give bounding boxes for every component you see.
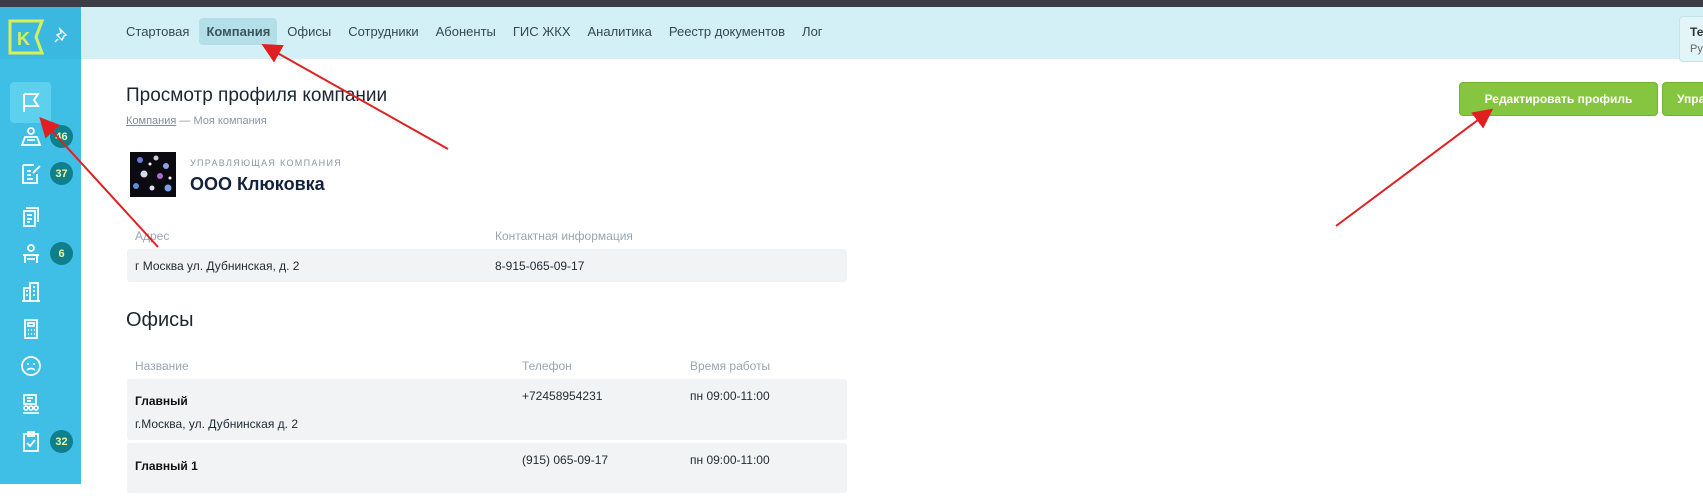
offices-section-title: Офисы bbox=[126, 309, 194, 331]
tab-company[interactable]: Компания bbox=[199, 18, 278, 45]
subscribers-badge: 46 bbox=[50, 125, 73, 148]
sidebar-item-complaints[interactable] bbox=[14, 349, 48, 383]
sidebar-item-documents[interactable] bbox=[14, 200, 48, 234]
checklist-icon bbox=[23, 431, 39, 452]
calculator-icon bbox=[24, 319, 38, 339]
top-tabs: Стартовая Компания Офисы Сотрудники Абон… bbox=[119, 18, 830, 45]
table-row[interactable]: Главный г.Москва, ул. Дубнинская д. 2 +7… bbox=[127, 379, 847, 440]
column-header-hours: Время работы bbox=[690, 359, 771, 373]
company-name: ООО Клюковка bbox=[190, 174, 325, 194]
tasks-badge: 32 bbox=[50, 430, 73, 453]
office-hours: пн 09:00-11:00 bbox=[690, 389, 770, 403]
company-info-table: Адрес Контактная информация г Москва ул.… bbox=[127, 227, 847, 282]
sidebar-item-buildings[interactable] bbox=[14, 275, 48, 309]
sidebar-item-staff[interactable] bbox=[14, 387, 48, 421]
user-menu[interactable]: Те Ру bbox=[1679, 16, 1703, 62]
building-icon bbox=[22, 282, 40, 302]
office-phone: (915) 065-09-17 bbox=[522, 453, 609, 467]
info-table-header: Адрес Контактная информация bbox=[127, 227, 847, 249]
sidebar-item-calculator[interactable] bbox=[14, 312, 48, 346]
sidebar-item-subscribers[interactable] bbox=[14, 120, 48, 154]
address-header: Адрес bbox=[135, 229, 170, 243]
company-contact: 8-915-065-09-17 bbox=[495, 259, 585, 273]
company-address: г Москва ул. Дубнинская, д. 2 bbox=[135, 259, 300, 273]
arrow-to-edit-button bbox=[1335, 108, 1494, 227]
window-top-strip bbox=[0, 0, 1703, 7]
tab-document-registry[interactable]: Реестр документов bbox=[662, 18, 792, 45]
person-desk-icon bbox=[23, 244, 39, 263]
tab-analytics[interactable]: Аналитика bbox=[581, 18, 659, 45]
edit-profile-button[interactable]: Редактировать профиль bbox=[1459, 82, 1658, 116]
team-icon bbox=[23, 394, 39, 414]
sidebar-item-requests[interactable] bbox=[14, 157, 48, 191]
documents-icon bbox=[23, 207, 39, 227]
sidebar-item-reception[interactable] bbox=[14, 237, 48, 271]
info-table-row: г Москва ул. Дубнинская, д. 2 8-915-065-… bbox=[127, 249, 847, 282]
table-row[interactable]: Главный 1 (915) 065-09-17 пн 09:00-11:00 bbox=[127, 443, 847, 493]
breadcrumb-link-company[interactable]: Компания bbox=[126, 115, 176, 127]
edit-document-icon bbox=[22, 164, 41, 184]
svg-text:K: K bbox=[17, 29, 30, 49]
sad-face-icon bbox=[21, 356, 41, 376]
sidebar-item-tasks[interactable] bbox=[14, 425, 48, 459]
tab-employees[interactable]: Сотрудники bbox=[341, 18, 425, 45]
people-group-icon bbox=[20, 127, 42, 146]
column-header-phone: Телефон bbox=[522, 359, 572, 373]
office-phone: +72458954231 bbox=[522, 389, 603, 403]
logo-area: K bbox=[0, 7, 81, 59]
office-address: г.Москва, ул. Дубнинская д. 2 bbox=[135, 417, 299, 431]
office-hours: пн 09:00-11:00 bbox=[690, 453, 770, 467]
flag-icon bbox=[22, 92, 40, 112]
office-name: Главный bbox=[135, 394, 188, 408]
user-role: Ру bbox=[1690, 43, 1703, 55]
user-name: Те bbox=[1690, 25, 1703, 39]
office-name: Главный 1 bbox=[135, 459, 198, 473]
tab-log[interactable]: Лог bbox=[795, 18, 830, 45]
tab-subscribers[interactable]: Абоненты bbox=[429, 18, 503, 45]
company-logo bbox=[130, 152, 176, 197]
tab-start[interactable]: Стартовая bbox=[119, 18, 196, 45]
company-type: УПРАВЛЯЮЩАЯ КОМПАНИЯ bbox=[190, 158, 343, 168]
pin-icon[interactable] bbox=[54, 27, 70, 43]
sidebar-item-company[interactable] bbox=[10, 82, 51, 123]
breadcrumb-separator: — bbox=[176, 115, 194, 127]
page-title: Просмотр профиля компании bbox=[126, 85, 388, 106]
column-header-name: Название bbox=[135, 359, 189, 373]
app-logo[interactable]: K bbox=[8, 19, 44, 55]
breadcrumb: Компания — Моя компания bbox=[126, 115, 267, 127]
reception-badge: 6 bbox=[50, 242, 73, 265]
requests-badge: 37 bbox=[50, 162, 73, 185]
tab-gis-zhkh[interactable]: ГИС ЖКХ bbox=[506, 18, 578, 45]
manage-button[interactable]: Упра bbox=[1662, 82, 1703, 116]
breadcrumb-current: Моя компания bbox=[193, 115, 267, 127]
offices-table: Название Телефон Время работы Главный г.… bbox=[127, 357, 847, 496]
top-navigation-bar: Стартовая Компания Офисы Сотрудники Абон… bbox=[81, 7, 1703, 62]
sidebar: K 46 37 6 32 bbox=[0, 7, 81, 484]
offices-table-header: Название Телефон Время работы bbox=[127, 357, 847, 379]
tab-offices[interactable]: Офисы bbox=[280, 18, 338, 45]
contact-header: Контактная информация bbox=[495, 229, 633, 243]
